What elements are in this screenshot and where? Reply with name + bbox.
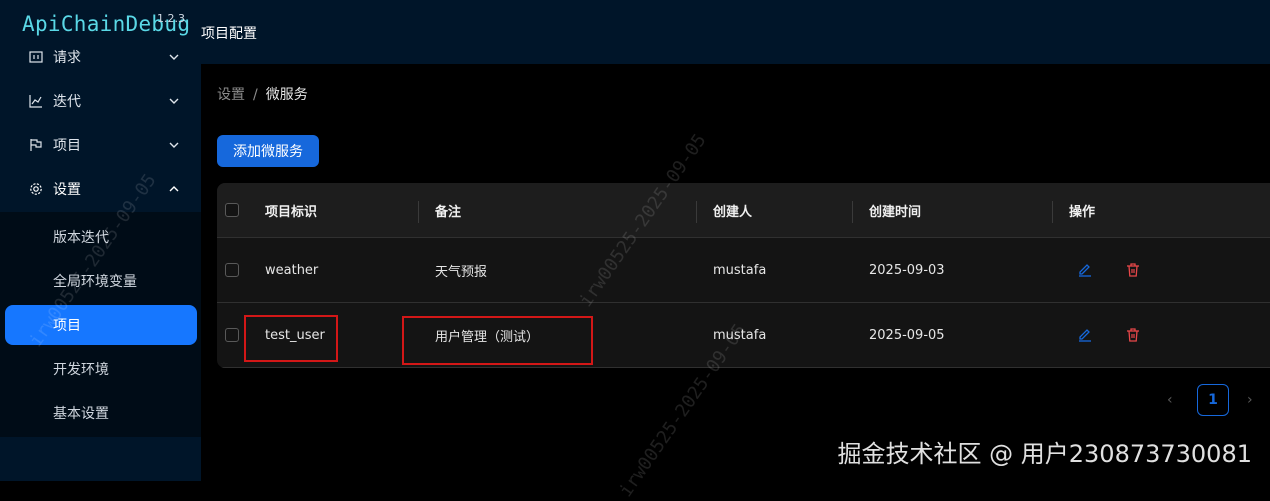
pagination-page[interactable]: 1 (1197, 384, 1229, 416)
column-header-creator: 创建人 (713, 204, 753, 220)
app-version: 1.2.3 (157, 12, 185, 25)
column-header-actions: 操作 (1069, 204, 1096, 220)
table-row: weather 天气预报 mustafa 2025-09-03 (217, 238, 1270, 303)
delete-icon[interactable] (1125, 327, 1141, 343)
pagination-next[interactable]: › (1247, 392, 1263, 408)
top-header: 项目配置 (201, 0, 1270, 64)
sidebar-item-iteration[interactable]: 迭代 (0, 79, 201, 123)
chevron-down-icon (169, 98, 179, 104)
breadcrumb-current: 微服务 (265, 87, 308, 103)
select-all-checkbox[interactable] (225, 203, 239, 217)
cell-creator: mustafa (713, 262, 767, 278)
sidebar-item-label: 设置 (53, 182, 81, 198)
edit-icon[interactable] (1077, 262, 1093, 278)
sidebar-item-label: 迭代 (53, 94, 81, 110)
cell-note: 天气预报 (435, 264, 488, 280)
column-divider (852, 201, 853, 223)
column-header-id: 项目标识 (265, 204, 318, 220)
column-header-note: 备注 (435, 204, 462, 220)
row-checkbox[interactable] (225, 263, 239, 277)
sidebar-subitem-dev-env[interactable]: 开发环境 (5, 349, 197, 389)
sidebar-subitem-basic-settings[interactable]: 基本设置 (5, 393, 197, 433)
sidebar-item-project[interactable]: 项目 (0, 123, 201, 167)
chevron-up-icon (169, 186, 179, 192)
cell-id: weather (265, 262, 319, 278)
row-checkbox[interactable] (225, 328, 239, 342)
highlight-box-note (402, 316, 593, 365)
sidebar-item-label: 请求 (53, 50, 81, 66)
chevron-down-icon (169, 54, 179, 60)
gear-icon (30, 183, 42, 195)
chevron-down-icon (169, 142, 179, 148)
sidebar-item-label: 项目 (53, 138, 81, 154)
sidebar-item-settings[interactable]: 设置 (0, 167, 201, 211)
column-header-created: 创建时间 (869, 204, 922, 220)
add-microservice-button[interactable]: 添加微服务 (217, 135, 319, 167)
cell-created: 2025-09-05 (869, 327, 945, 343)
breadcrumb: 设置 / 微服务 (217, 84, 308, 104)
iteration-chart-icon (29, 95, 42, 108)
pagination-prev[interactable]: ‹ (1167, 392, 1183, 408)
sidebar-item-request[interactable]: 请求 (0, 35, 201, 79)
breadcrumb-separator: / (253, 87, 258, 103)
delete-icon[interactable] (1125, 262, 1141, 278)
column-divider (696, 201, 697, 223)
highlight-box-id (244, 315, 338, 362)
breadcrumb-root[interactable]: 设置 (217, 87, 245, 103)
edit-icon[interactable] (1077, 327, 1093, 343)
table-header: 项目标识 备注 创建人 创建时间 操作 (217, 183, 1270, 238)
footer-watermark: 掘金技术社区 @ 用户230873730081 (837, 440, 1253, 468)
project-flag-icon (30, 139, 42, 151)
cell-created: 2025-09-03 (869, 262, 945, 278)
request-icon (29, 51, 43, 63)
column-divider (418, 201, 419, 223)
column-divider (1052, 201, 1053, 223)
page-title: 项目配置 (201, 26, 257, 42)
